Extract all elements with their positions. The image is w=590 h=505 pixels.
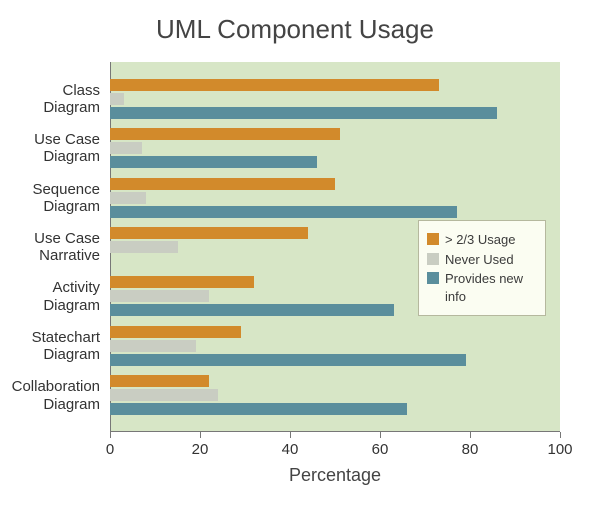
chart-container: UML Component Usage Percentage > 2/3 Usa…	[0, 0, 590, 505]
bar-provides-new-info	[110, 107, 497, 119]
legend-item-usage: > 2/3 Usage	[427, 231, 537, 249]
bar--2-3-usage	[110, 326, 241, 338]
x-tick	[200, 432, 201, 438]
x-tick	[290, 432, 291, 438]
bar--2-3-usage	[110, 79, 439, 91]
x-tick-label: 60	[372, 441, 389, 458]
x-tick-label: 40	[282, 441, 299, 458]
bar--2-3-usage	[110, 276, 254, 288]
legend: > 2/3 Usage Never Used Provides new info	[418, 220, 546, 316]
x-tick-label: 80	[462, 441, 479, 458]
x-tick	[110, 432, 111, 438]
category-label: CollaborationDiagram	[0, 378, 100, 413]
swatch-icon	[427, 253, 439, 265]
category-label: Use CaseNarrative	[0, 230, 100, 265]
bar-never-used	[110, 192, 146, 204]
x-tick	[470, 432, 471, 438]
x-axis-label: Percentage	[110, 465, 560, 486]
legend-item-never: Never Used	[427, 251, 537, 269]
legend-label: Never Used	[445, 251, 514, 269]
category-label: ActivityDiagram	[0, 279, 100, 314]
bar-never-used	[110, 142, 142, 154]
legend-item-info: Provides new info	[427, 270, 537, 305]
bar-never-used	[110, 93, 124, 105]
x-tick	[560, 432, 561, 438]
x-tick-label: 20	[192, 441, 209, 458]
bar--2-3-usage	[110, 375, 209, 387]
bar-never-used	[110, 290, 209, 302]
bar-provides-new-info	[110, 206, 457, 218]
bar-never-used	[110, 340, 196, 352]
x-tick-label: 0	[106, 441, 114, 458]
x-tick	[380, 432, 381, 438]
category-label: Use CaseDiagram	[0, 131, 100, 166]
swatch-icon	[427, 233, 439, 245]
category-label: SequenceDiagram	[0, 181, 100, 216]
legend-label: Provides new info	[445, 270, 537, 305]
bar-provides-new-info	[110, 156, 317, 168]
bar--2-3-usage	[110, 128, 340, 140]
x-tick-label: 100	[547, 441, 572, 458]
category-label: StatechartDiagram	[0, 329, 100, 364]
bar-provides-new-info	[110, 354, 466, 366]
x-axis	[110, 431, 560, 432]
bar-never-used	[110, 389, 218, 401]
category-label: ClassDiagram	[0, 82, 100, 117]
bar--2-3-usage	[110, 178, 335, 190]
legend-label: > 2/3 Usage	[445, 231, 515, 249]
chart-title: UML Component Usage	[0, 14, 590, 45]
swatch-icon	[427, 272, 439, 284]
bar--2-3-usage	[110, 227, 308, 239]
plot-area: Percentage > 2/3 Usage Never Used Provid…	[110, 62, 560, 432]
bar-provides-new-info	[110, 304, 394, 316]
bar-provides-new-info	[110, 403, 407, 415]
bar-never-used	[110, 241, 178, 253]
